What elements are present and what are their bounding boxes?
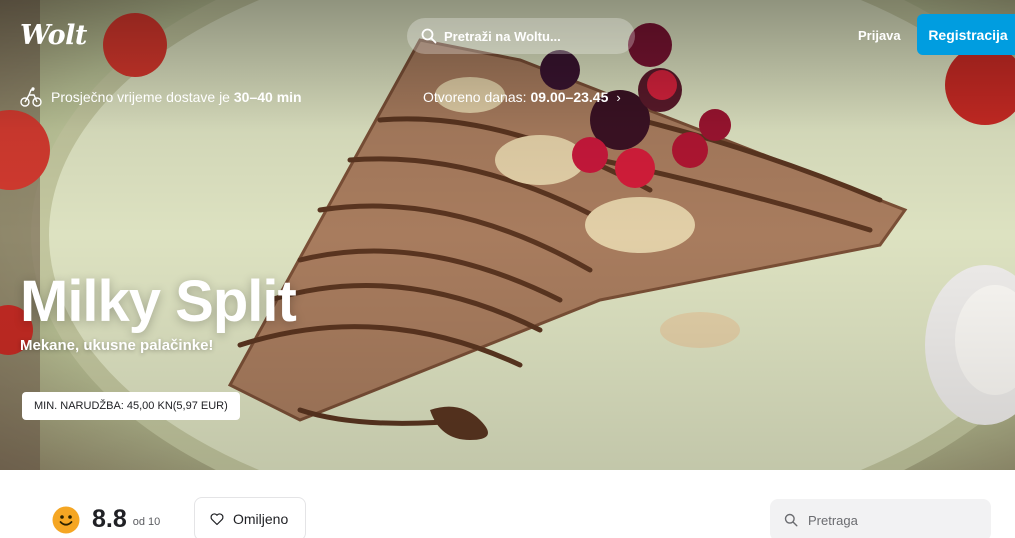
rating-scale: od 10 [132,515,161,528]
global-search-label: Pretraži na Woltu... [444,28,561,44]
delivery-prefix: Prosječno vrijeme dostave je [51,89,230,105]
wolt-logo[interactable]: Wolt [20,20,87,51]
min-order-badge: MIN. NARUDŽBA: 45,00 KN(5,97 EUR) [22,392,240,420]
venue-hero: Wolt Pretraži na Woltu... Prijava Regist… [0,0,1015,470]
search-icon [784,513,798,527]
venue-rating[interactable]: 8.8 od 10 [52,505,160,534]
hours-value: 09.00–23.45 [530,89,609,105]
delivery-time-info: Prosječno vrijeme dostave je 30–40 min [20,86,302,108]
delivery-time: 30–40 min [233,89,302,105]
favorite-button[interactable]: Omiljeno [194,497,306,538]
opening-hours-link[interactable]: Otvoreno danas: 09.00–23.45 › [423,89,621,105]
venue-tagline: Mekane, ukusne palačinke! [20,337,214,354]
menu-search-input[interactable] [808,512,978,528]
heart-icon [210,513,224,526]
chevron-right-icon: › [616,89,621,105]
smile-icon [52,506,80,533]
hours-prefix: Otvoreno danas: [423,89,527,105]
search-icon [421,28,437,44]
venue-title: Milky Split [20,269,297,334]
register-button[interactable]: Registracija [917,14,1015,55]
rating-score: 8.8 [92,505,127,533]
favorite-label: Omiljeno [233,511,289,527]
menu-search-field[interactable] [770,499,991,538]
bike-courier-icon [20,87,42,107]
login-link[interactable]: Prijava [858,28,901,43]
global-search-button[interactable]: Pretraži na Woltu... [407,18,635,54]
